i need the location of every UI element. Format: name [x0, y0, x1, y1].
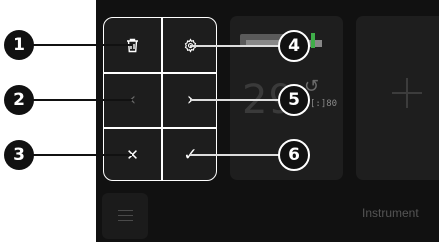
plus-icon[interactable]	[392, 78, 422, 108]
instruments-label: Instrument	[362, 206, 419, 220]
callout-badge-2: 2	[4, 85, 34, 115]
callout-line	[190, 154, 286, 156]
callout-badge-3: 3	[4, 140, 34, 170]
callout-badge-1: 1	[4, 30, 34, 60]
gauge-marker	[311, 33, 315, 48]
small-readout: [:]80	[310, 99, 338, 109]
callout-badge-6: 6	[278, 139, 310, 171]
callout-line	[30, 154, 132, 156]
callout-line	[30, 44, 132, 46]
callout-line	[190, 99, 286, 101]
callout-line	[30, 99, 132, 101]
callout-badge-4: 4	[278, 30, 310, 62]
callout-badge-5: 5	[278, 84, 310, 116]
callout-line	[190, 45, 286, 47]
menu-button[interactable]	[102, 193, 148, 239]
